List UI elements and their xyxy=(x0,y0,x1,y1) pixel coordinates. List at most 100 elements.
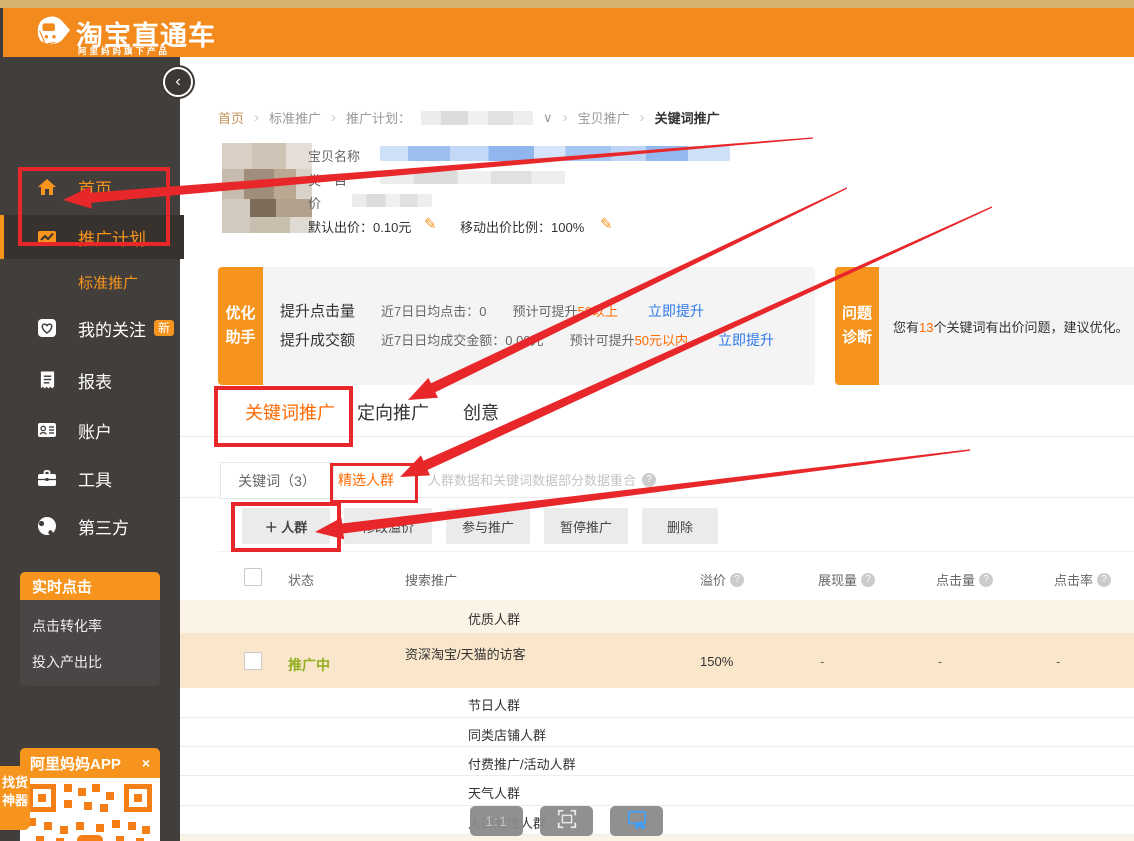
header-search-promo: 搜索推广 xyxy=(405,570,457,589)
group-row: 节日人群 xyxy=(180,688,1134,718)
sidebar-collapse-button[interactable]: ‹ xyxy=(163,67,193,97)
mobile-bid-ratio-text: 移动出价比例：100% xyxy=(460,217,584,236)
product-category-label: 类 目 xyxy=(308,170,360,189)
sidebar-item-tools[interactable]: 工具 xyxy=(0,456,180,500)
sidebar-item-thirdparty[interactable]: 第三方 xyxy=(0,504,180,548)
briefcase-chart-icon xyxy=(36,226,58,248)
logo-subtitle: 阿里妈妈旗下产品 xyxy=(78,45,170,57)
sidebar-item-standard-promo[interactable]: 标准推广 xyxy=(0,260,180,304)
help-icon[interactable]: ? xyxy=(979,573,993,587)
realtime-item-conversion[interactable]: 点击转化率 xyxy=(20,616,160,636)
sidebar-item-follows[interactable]: 我的关注 新 xyxy=(0,306,180,350)
crumb-standard-promo[interactable]: 标准推广 xyxy=(269,108,321,127)
optimizer-row-clicks: 提升点击量 近7日日均点击：0 预计可提升50以上 立即提升 xyxy=(280,300,704,321)
diagnosis-label: 问题 诊断 xyxy=(835,267,879,385)
table-top-divider xyxy=(218,551,1134,552)
impressions-value: - xyxy=(820,654,824,669)
chevron-right-icon: › xyxy=(331,109,336,126)
header-premium: 溢价? xyxy=(700,570,744,589)
header-impressions: 展现量? xyxy=(818,570,875,589)
snip-icon xyxy=(626,808,648,835)
tab-keyword-promo[interactable]: 关键词推广 xyxy=(245,399,335,425)
help-icon[interactable]: ? xyxy=(642,473,656,487)
edit-icon[interactable]: ✎ xyxy=(600,215,613,233)
header-status: 状态 xyxy=(288,570,314,589)
viewer-fullscreen-button[interactable] xyxy=(540,806,593,836)
row-checkbox[interactable] xyxy=(244,652,262,670)
taobao-zhitongche-app: 淘宝直通车 阿里妈妈旗下产品 ‹ 首页 推广计划 标准推广 我的关注 新 报表 xyxy=(0,0,1134,841)
product-name-redacted xyxy=(380,146,730,161)
product-category-redacted xyxy=(380,171,565,184)
default-bid-text: 默认出价：0.10元 xyxy=(308,217,411,236)
chevron-right-icon: › xyxy=(563,109,568,126)
help-icon[interactable]: ? xyxy=(861,573,875,587)
optimizer-label: 优化 助手 xyxy=(218,267,263,385)
chevron-left-icon: ‹ xyxy=(175,74,180,90)
qr-code xyxy=(20,778,160,841)
help-icon[interactable]: ? xyxy=(730,573,744,587)
header-clicks: 点击量? xyxy=(936,570,993,589)
breadcrumb: 首页 › 标准推广 › 推广计划： ∨ › 宝贝推广 › 关键词推广 xyxy=(218,108,720,127)
crumb-plan-label: 推广计划： xyxy=(346,108,411,127)
group-row: 付费推广/活动人群 xyxy=(180,747,1134,776)
viewer-snip-button[interactable] xyxy=(610,806,663,836)
add-crowd-button[interactable]: ＋ 人群 xyxy=(242,508,330,544)
join-promo-button[interactable]: 参与推广 xyxy=(446,508,530,544)
home-icon xyxy=(36,176,58,198)
logo-train-icon xyxy=(34,12,72,55)
ctr-value: - xyxy=(1056,654,1060,669)
help-icon[interactable]: ? xyxy=(1097,573,1111,587)
crumb-item-promo[interactable]: 宝贝推广 xyxy=(578,108,630,127)
product-price-redacted xyxy=(352,194,432,207)
plan-name-redacted xyxy=(421,111,533,125)
boost-now-link[interactable]: 立即提升 xyxy=(648,301,704,321)
crumb-home[interactable]: 首页 xyxy=(218,108,244,127)
realtime-item-roi[interactable]: 投入产出比 xyxy=(20,652,160,672)
crowd-data-row[interactable]: 推广中 资深淘宝/天猫的访客 150% - - - xyxy=(180,633,1134,688)
thirdparty-icon xyxy=(36,515,58,537)
group-row-quality: 优质人群 xyxy=(180,600,1134,633)
goods-finder-side-tab[interactable]: 找货 神器 ▸ xyxy=(0,766,30,830)
app-header: 淘宝直通车 阿里妈妈旗下产品 xyxy=(0,8,1134,57)
premium-value: 150% xyxy=(700,654,733,669)
pause-promo-button[interactable]: 暂停推广 xyxy=(544,508,628,544)
optimizer-row-sales: 提升成交额 近7日日均成交金额：0.00元 预计可提升50元以内 立即提升 xyxy=(280,329,774,350)
product-name-label: 宝贝名称 xyxy=(308,146,360,165)
sidebar-item-home[interactable]: 首页 xyxy=(0,165,180,209)
tab-targeted-promo[interactable]: 定向推广 xyxy=(357,399,429,425)
header-edge xyxy=(0,8,3,57)
optimizer-card: 优化 助手 提升点击量 近7日日均点击：0 预计可提升50以上 立即提升 提升成… xyxy=(218,267,815,385)
clicks-value: - xyxy=(938,654,942,669)
diagnosis-text: 您有13个关键词有出价问题，建议优化。 立即优化 xyxy=(893,317,1134,337)
boost-now-link[interactable]: 立即提升 xyxy=(718,330,774,350)
subtab-selected-crowds[interactable]: 精选人群 xyxy=(338,462,394,497)
modify-premium-button[interactable]: 修改溢价 xyxy=(344,508,432,544)
delete-button[interactable]: 删除 xyxy=(642,508,718,544)
close-icon[interactable]: × xyxy=(142,755,150,771)
realtime-panel-title: 实时点击 xyxy=(20,572,160,600)
id-card-icon xyxy=(36,419,58,441)
app-panel-title: 阿里妈妈APP xyxy=(30,753,121,774)
product-price-label: 价 xyxy=(308,193,321,212)
chevron-right-icon: › xyxy=(640,109,645,126)
caret-down-icon[interactable]: ∨ xyxy=(543,110,553,126)
sidebar-item-plans[interactable]: 推广计划 xyxy=(0,215,184,259)
crumb-current: 关键词推广 xyxy=(655,108,720,127)
tabs-divider xyxy=(180,436,1134,437)
app-qr-panel: 阿里妈妈APP × xyxy=(20,748,160,841)
arrow-right-icon: ▸ xyxy=(23,790,29,805)
tab-creative[interactable]: 创意 xyxy=(463,399,499,425)
viewer-ratio-button[interactable]: 1:1 xyxy=(470,806,523,836)
header-ctr: 点击率? xyxy=(1054,570,1111,589)
new-badge: 新 xyxy=(154,320,174,336)
sidebar-item-reports[interactable]: 报表 xyxy=(0,358,180,402)
heart-icon xyxy=(36,317,58,339)
diagnosis-card: 问题 诊断 您有13个关键词有出价问题，建议优化。 立即优化 xyxy=(835,267,1134,385)
select-all-checkbox[interactable] xyxy=(244,568,262,586)
sidebar-item-account[interactable]: 账户 xyxy=(0,408,180,452)
subtab-keywords[interactable]: 关键词（3） xyxy=(220,462,334,499)
group-row: 天气人群 xyxy=(180,776,1134,806)
realtime-panel: 实时点击 点击转化率 投入产出比 xyxy=(20,572,160,686)
edit-icon[interactable]: ✎ xyxy=(424,215,437,233)
chevron-right-icon: › xyxy=(254,109,259,126)
